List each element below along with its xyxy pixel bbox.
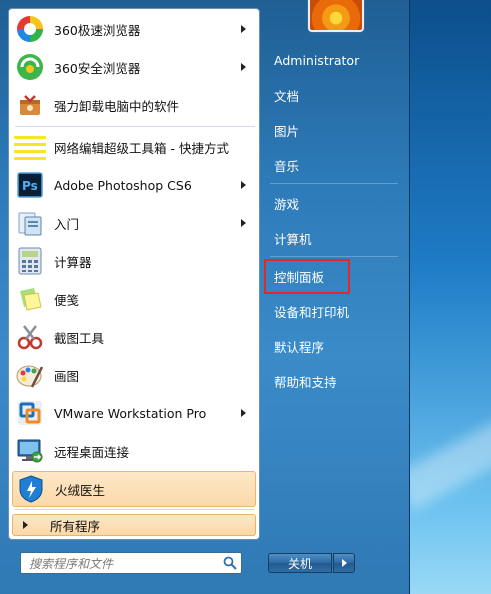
getting-started-icon <box>14 207 46 239</box>
search-box[interactable] <box>20 552 242 574</box>
program-label: 画图 <box>54 368 80 384</box>
documents-label: 文档 <box>274 88 300 104</box>
paint-icon <box>14 359 46 391</box>
right-item-default-programs[interactable]: 默认程序 <box>266 332 402 360</box>
calculator-icon <box>14 245 46 277</box>
photoshop-icon: Ps <box>14 169 46 201</box>
program-label: 强力卸载电脑中的软件 <box>54 98 180 114</box>
shutdown-options-button[interactable] <box>333 553 355 573</box>
svg-text:Ps: Ps <box>22 179 38 193</box>
program-paint[interactable]: 画图 <box>12 357 256 393</box>
right-item-games[interactable]: 游戏 <box>266 189 402 217</box>
program-label: 火绒医生 <box>55 482 106 498</box>
user-avatar[interactable] <box>308 0 364 32</box>
program-calculator[interactable]: 计算器 <box>12 243 256 279</box>
program-toolbox-shortcut[interactable]: 网络编辑超级工具箱 - 快捷方式 <box>12 129 256 165</box>
program-label: 远程桌面连接 <box>54 444 130 460</box>
vmware-icon <box>14 397 46 429</box>
submenu-arrow-icon[interactable] <box>241 409 246 417</box>
360-speed-browser-icon <box>14 13 46 45</box>
right-item-pictures[interactable]: 图片 <box>266 116 402 144</box>
program-getting-started[interactable]: 入门 <box>12 205 256 241</box>
right-item-devices-printers[interactable]: 设备和打印机 <box>266 297 402 325</box>
program-label: Adobe Photoshop CS6 <box>54 177 192 193</box>
program-360-speed-browser[interactable]: 360极速浏览器 <box>12 11 256 47</box>
control-panel-label: 控制面板 <box>274 270 325 285</box>
shutdown-button[interactable]: 关机 <box>268 553 332 573</box>
default-programs-label: 默认程序 <box>274 339 325 355</box>
toolbox-icon <box>14 131 46 163</box>
huorong-shield-icon <box>15 473 47 505</box>
program-snipping-tool[interactable]: 截图工具 <box>12 319 256 355</box>
program-label: 网络编辑超级工具箱 - 快捷方式 <box>54 140 229 156</box>
program-vmware[interactable]: VMware Workstation Pro <box>12 395 256 431</box>
program-list-divider <box>15 126 255 127</box>
programs-pane: 360极速浏览器 360安全浏览器 强力卸载电脑中的软件 网络编辑超级工具箱 -… <box>8 8 260 540</box>
program-label: 计算器 <box>54 254 92 270</box>
remote-desktop-icon <box>14 435 46 467</box>
uninstall-icon <box>14 89 46 121</box>
program-label: 便笺 <box>54 292 80 308</box>
right-item-computer[interactable]: 计算机 <box>266 224 402 252</box>
program-photoshop[interactable]: Ps Adobe Photoshop CS6 <box>12 167 256 203</box>
start-menu: 360极速浏览器 360安全浏览器 强力卸载电脑中的软件 网络编辑超级工具箱 -… <box>0 0 410 594</box>
search-icon[interactable] <box>223 556 237 570</box>
right-item-help-support[interactable]: 帮助和支持 <box>266 367 402 395</box>
snipping-tool-icon <box>14 321 46 353</box>
sticky-notes-icon <box>14 283 46 315</box>
games-label: 游戏 <box>274 196 300 212</box>
arrow-right-icon <box>341 559 347 567</box>
all-programs-divider <box>15 509 255 510</box>
computer-label: 计算机 <box>274 231 312 247</box>
submenu-arrow-icon[interactable] <box>241 219 246 227</box>
program-360-safe-browser[interactable]: 360安全浏览器 <box>12 49 256 85</box>
program-label: 360安全浏览器 <box>54 60 141 76</box>
all-programs-button[interactable]: 所有程序 <box>12 514 256 536</box>
shutdown-label: 关机 <box>287 556 312 571</box>
program-label: 入门 <box>54 216 80 232</box>
program-uninstall[interactable]: 强力卸载电脑中的软件 <box>12 87 256 123</box>
360-safe-browser-icon <box>14 51 46 83</box>
program-label: VMware Workstation Pro <box>54 405 207 421</box>
music-label: 音乐 <box>274 158 300 174</box>
program-huorong[interactable]: 火绒医生 <box>12 471 256 507</box>
submenu-arrow-icon[interactable] <box>241 181 246 189</box>
pictures-label: 图片 <box>274 123 300 139</box>
all-programs-label: 所有程序 <box>50 518 101 534</box>
submenu-arrow-icon[interactable] <box>241 25 246 33</box>
user-name-label: Administrator <box>274 52 360 68</box>
help-support-label: 帮助和支持 <box>274 374 337 390</box>
right-item-music[interactable]: 音乐 <box>266 151 402 179</box>
right-pane-divider <box>270 183 398 184</box>
program-label: 截图工具 <box>54 330 105 346</box>
program-label: 360极速浏览器 <box>54 22 141 38</box>
right-item-control-panel[interactable]: 控制面板 <box>264 259 350 294</box>
program-sticky-notes[interactable]: 便笺 <box>12 281 256 317</box>
program-remote-desktop[interactable]: 远程桌面连接 <box>12 433 256 469</box>
right-pane-divider <box>270 256 398 257</box>
arrow-right-icon <box>23 521 28 529</box>
submenu-arrow-icon[interactable] <box>241 63 246 71</box>
right-item-documents[interactable]: 文档 <box>266 81 402 109</box>
devices-printers-label: 设备和打印机 <box>274 304 350 320</box>
right-item-user[interactable]: Administrator <box>266 46 402 74</box>
search-input[interactable] <box>27 555 221 573</box>
